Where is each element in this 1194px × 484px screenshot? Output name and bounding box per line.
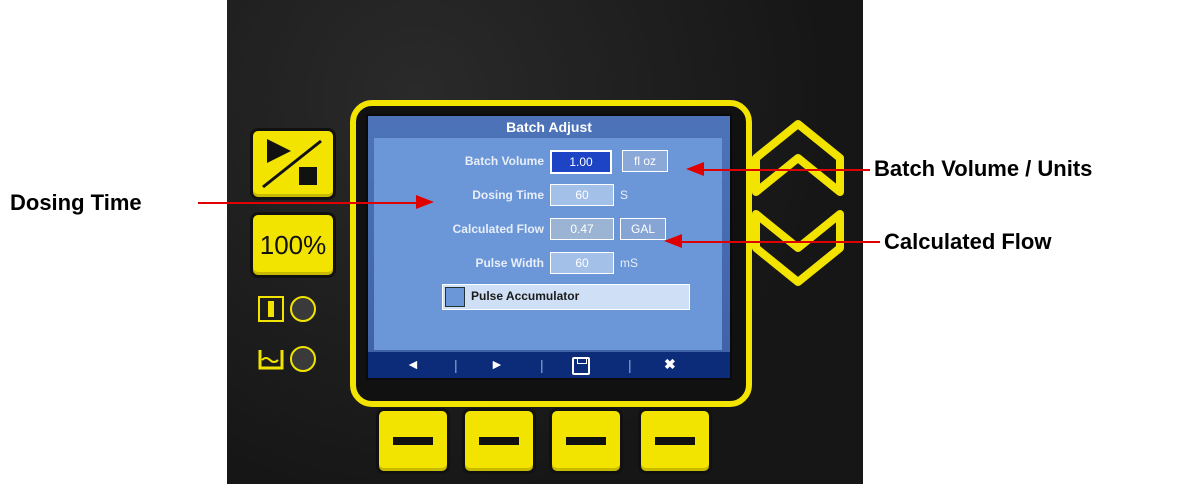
prev-arrow-icon[interactable]: ◄ bbox=[406, 356, 420, 372]
pulse-width-unit: mS bbox=[620, 256, 638, 270]
softkey-1[interactable] bbox=[376, 408, 450, 474]
calculated-flow-label: Calculated Flow bbox=[452, 222, 544, 236]
start-stop-button[interactable] bbox=[250, 128, 336, 200]
pulse-width-field[interactable]: 60 bbox=[550, 252, 614, 274]
dosing-time-unit: S bbox=[620, 188, 629, 202]
softkey-3[interactable] bbox=[549, 408, 623, 474]
batch-volume-label: Batch Volume bbox=[464, 154, 544, 168]
separator: | bbox=[454, 357, 458, 373]
batch-volume-field[interactable]: 1.00 bbox=[550, 150, 612, 174]
percent-label: 100% bbox=[259, 230, 327, 260]
screen-title: Batch Adjust bbox=[506, 119, 592, 135]
dash-icon bbox=[655, 437, 695, 445]
tank-level-led bbox=[290, 346, 316, 372]
batch-volume-units-button[interactable]: fl oz bbox=[622, 150, 668, 172]
dosing-time-field[interactable]: 60 bbox=[550, 184, 614, 206]
screen-statusbar: ◄ | ► | | ✖ bbox=[368, 352, 730, 378]
power-indicator-icon bbox=[258, 296, 284, 322]
softkey-4[interactable] bbox=[638, 408, 712, 474]
percent-button[interactable]: 100% bbox=[250, 212, 336, 278]
start-stop-icon bbox=[262, 139, 322, 189]
pulse-accumulator-row[interactable]: Pulse Accumulator bbox=[442, 284, 690, 310]
pulse-accumulator-checkbox[interactable] bbox=[445, 287, 465, 307]
annotation-line-calculated-flow bbox=[680, 241, 880, 243]
pulse-accumulator-label: Pulse Accumulator bbox=[471, 289, 580, 303]
close-icon[interactable]: ✖ bbox=[664, 356, 676, 373]
annotation-calculated-flow: Calculated Flow bbox=[884, 229, 1052, 254]
pulse-width-label: Pulse Width bbox=[475, 256, 544, 270]
softkey-2[interactable] bbox=[462, 408, 536, 474]
annotation-arrowhead-batch-volume bbox=[686, 162, 704, 176]
power-led bbox=[290, 296, 316, 322]
calculated-flow-field: 0.47 bbox=[550, 218, 614, 240]
dash-icon bbox=[393, 437, 433, 445]
calculated-flow-unit: GAL bbox=[620, 218, 666, 240]
annotation-line-dosing-time bbox=[198, 202, 418, 204]
dash-icon bbox=[566, 437, 606, 445]
next-arrow-icon[interactable]: ► bbox=[490, 356, 504, 372]
down-arrow-button[interactable] bbox=[750, 208, 846, 288]
annotation-arrowhead-dosing-time bbox=[416, 195, 434, 209]
annotation-line-batch-volume bbox=[702, 169, 870, 171]
separator: | bbox=[628, 357, 632, 373]
annotation-arrowhead-calculated-flow bbox=[664, 234, 682, 248]
annotation-dosing-time: Dosing Time bbox=[10, 190, 142, 215]
separator: | bbox=[540, 357, 544, 373]
save-icon[interactable] bbox=[572, 357, 590, 375]
tank-level-icon bbox=[258, 348, 284, 370]
annotation-batch-volume-units: Batch Volume / Units bbox=[874, 156, 1093, 181]
dash-icon bbox=[479, 437, 519, 445]
up-arrow-button[interactable] bbox=[750, 118, 846, 198]
